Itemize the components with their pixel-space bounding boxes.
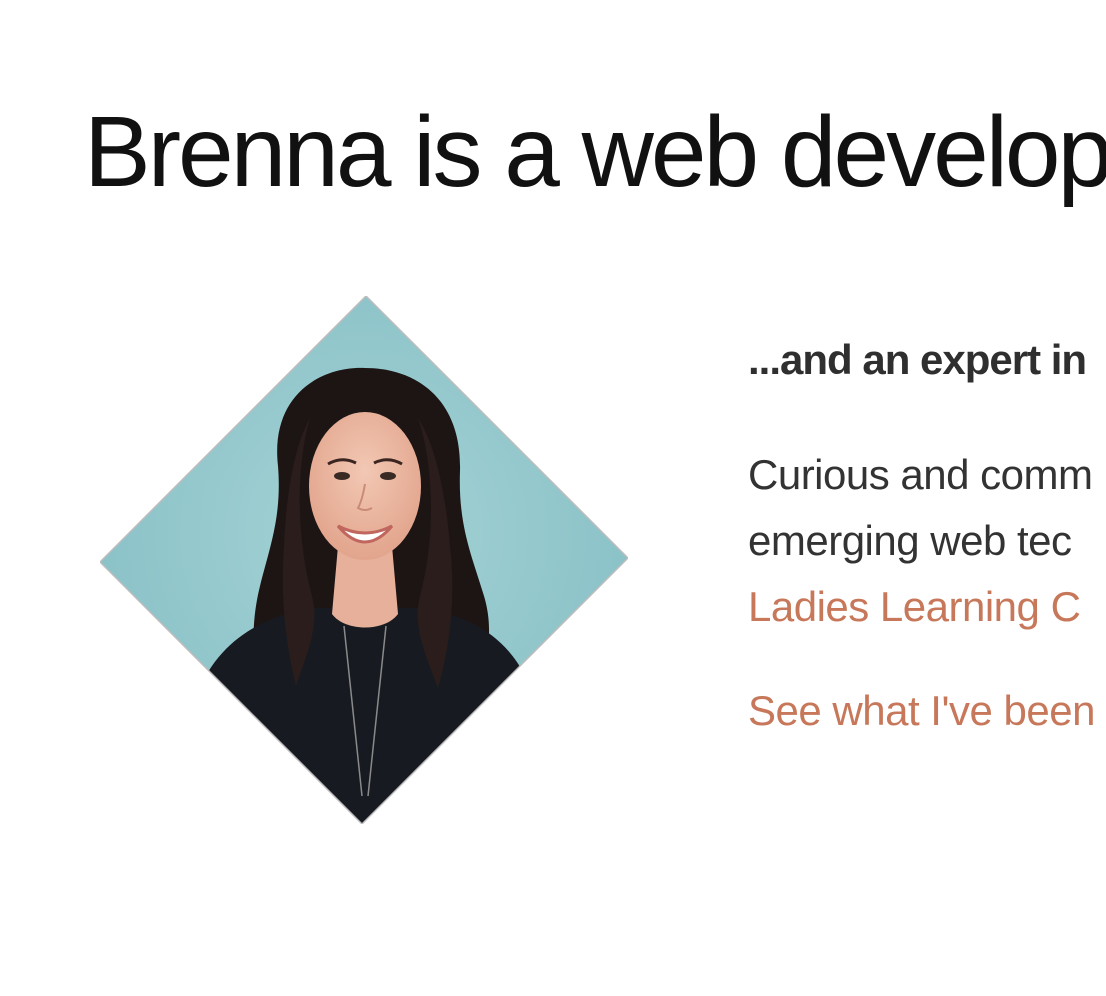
- bio-paragraph: Curious and comm emerging web tec Ladies…: [748, 442, 1106, 640]
- page: Brenna is a web develop ...and an expert…: [0, 0, 1106, 996]
- portrait-photo: [100, 296, 628, 824]
- ladies-learning-code-link[interactable]: Ladies Learning C: [748, 583, 1081, 630]
- portrait-diamond: [100, 296, 628, 824]
- about-subhead: ...and an expert in: [748, 336, 1087, 383]
- bio-line: Curious and comm: [748, 451, 1093, 498]
- see-work-link[interactable]: See what I've been: [748, 678, 1106, 744]
- page-headline: Brenna is a web develop: [84, 96, 1106, 208]
- bio-line: emerging web tec: [748, 517, 1072, 564]
- about-section: ...and an expert in Curious and comm eme…: [748, 330, 1106, 744]
